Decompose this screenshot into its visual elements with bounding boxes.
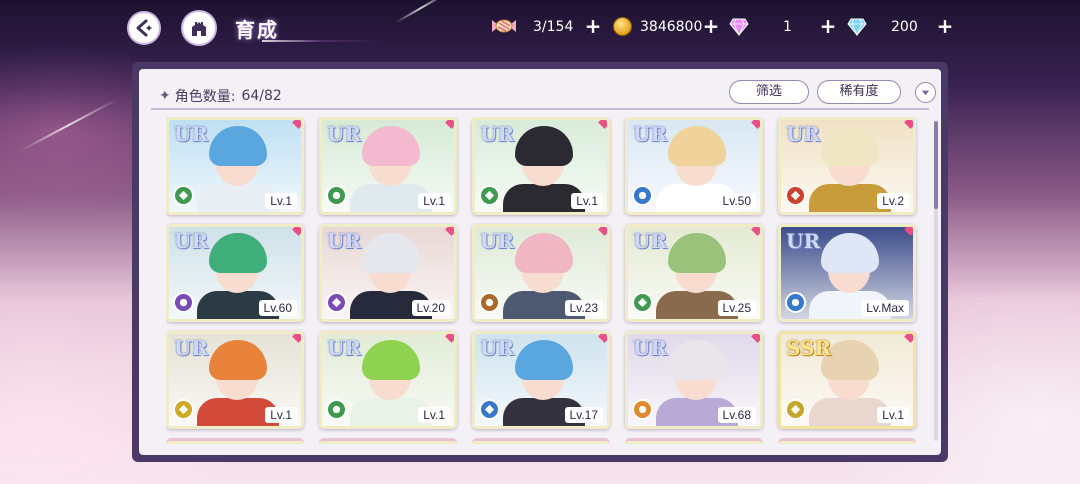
character-card[interactable]: UR Lv.1 <box>319 331 457 429</box>
character-card[interactable]: UR Lv.17 <box>472 331 610 429</box>
pink-gem-icon <box>729 18 749 36</box>
attribute-icon <box>632 185 653 206</box>
blue-gem-count: 200 <box>891 19 918 35</box>
sparkle-icon: ✦ <box>159 88 171 104</box>
sort-order-toggle[interactable] <box>915 82 936 103</box>
level-label: Lv.1 <box>418 407 450 423</box>
character-grid: UR Lv.1 UR Lv.1 UR Lv.1 UR Lv.50 UR Lv.2 UR Lv.60 UR… <box>166 117 930 444</box>
character-count-label: 角色数量: <box>174 89 236 105</box>
attribute-icon <box>632 292 653 313</box>
level-label: Lv.2 <box>877 193 909 209</box>
rarity-badge: UR <box>480 122 515 146</box>
character-card[interactable]: SSR Lv.1 <box>778 331 916 429</box>
character-card-partial[interactable] <box>472 438 610 444</box>
character-card[interactable]: UR Lv.25 <box>625 224 763 322</box>
character-count: ✦ 角色数量: 64/82 <box>159 86 282 106</box>
level-label: Lv.20 <box>411 300 450 316</box>
character-card[interactable]: UR Lv.1 <box>166 331 304 429</box>
candy-icon <box>492 19 516 33</box>
coin-icon <box>613 17 632 36</box>
attribute-icon <box>632 399 653 420</box>
rarity-badge: UR <box>633 229 668 253</box>
attribute-icon <box>173 292 194 313</box>
header-divider <box>151 108 929 110</box>
scroll-thumb[interactable] <box>934 121 938 209</box>
level-label: Lv.1 <box>877 407 909 423</box>
add-pink-gem-button[interactable]: + <box>817 15 839 37</box>
level-label: Lv.68 <box>717 407 756 423</box>
character-card[interactable]: UR Lv.1 <box>166 117 304 215</box>
character-card[interactable]: UR Lv.2 <box>778 117 916 215</box>
character-card[interactable]: UR Lv.60 <box>166 224 304 322</box>
title-flourish <box>262 40 382 42</box>
top-bar: 育成 3/154 + 3846800 + 1 + 200 + <box>0 0 1080 56</box>
candy-count: 3/154 <box>533 19 574 35</box>
rarity-badge: UR <box>327 336 362 360</box>
level-label: Lv.25 <box>717 300 756 316</box>
character-card[interactable]: UR Lv.Max <box>778 224 916 322</box>
rarity-badge: UR <box>327 122 362 146</box>
filter-button[interactable]: 筛选 <box>729 80 809 104</box>
home-button[interactable] <box>181 10 217 46</box>
character-card-partial[interactable] <box>166 438 304 444</box>
character-card[interactable]: UR Lv.1 <box>472 117 610 215</box>
attribute-icon <box>173 185 194 206</box>
attribute-icon <box>326 185 347 206</box>
rarity-badge: UR <box>786 229 821 253</box>
back-button[interactable] <box>127 11 161 45</box>
rarity-badge: UR <box>174 229 209 253</box>
level-label: Lv.Max <box>861 300 909 316</box>
rarity-badge: UR <box>633 336 668 360</box>
level-label: Lv.60 <box>258 300 297 316</box>
chevron-down-icon <box>921 90 930 96</box>
attribute-icon <box>479 399 500 420</box>
attribute-icon <box>173 399 194 420</box>
level-label: Lv.1 <box>265 193 297 209</box>
level-label: Lv.23 <box>564 300 603 316</box>
attribute-icon <box>326 292 347 313</box>
attribute-icon <box>479 185 500 206</box>
level-label: Lv.1 <box>418 193 450 209</box>
character-card[interactable]: UR Lv.23 <box>472 224 610 322</box>
character-count-value: 64/82 <box>241 88 282 104</box>
level-label: Lv.1 <box>265 407 297 423</box>
level-label: Lv.1 <box>571 193 603 209</box>
add-candy-button[interactable]: + <box>582 15 604 37</box>
add-coin-button[interactable]: + <box>700 15 722 37</box>
character-card-partial[interactable] <box>778 438 916 444</box>
add-blue-gem-button[interactable]: + <box>934 15 956 37</box>
blue-gem-icon <box>847 18 867 36</box>
rarity-badge: UR <box>480 336 515 360</box>
level-label: Lv.17 <box>564 407 603 423</box>
attribute-icon <box>479 292 500 313</box>
attribute-icon <box>785 399 806 420</box>
character-card[interactable]: UR Lv.20 <box>319 224 457 322</box>
panel-content: ✦ 角色数量: 64/82 筛选 稀有度 UR Lv.1 UR Lv.1 UR Lv.1 U… <box>139 69 941 455</box>
character-card-partial[interactable] <box>319 438 457 444</box>
back-arrow-icon <box>136 19 153 37</box>
castle-icon <box>192 22 206 36</box>
character-card-partial[interactable] <box>625 438 763 444</box>
level-label: Lv.50 <box>717 193 756 209</box>
character-card[interactable]: UR Lv.1 <box>319 117 457 215</box>
rarity-badge: UR <box>786 122 821 146</box>
coin-count: 3846800 <box>640 19 703 35</box>
attribute-icon <box>326 399 347 420</box>
rarity-badge: UR <box>480 229 515 253</box>
pink-gem-count: 1 <box>783 19 792 35</box>
character-card[interactable]: UR Lv.68 <box>625 331 763 429</box>
attribute-icon <box>785 185 806 206</box>
rarity-badge: UR <box>633 122 668 146</box>
sort-rarity-button[interactable]: 稀有度 <box>817 80 901 104</box>
rarity-badge: UR <box>327 229 362 253</box>
character-card[interactable]: UR Lv.50 <box>625 117 763 215</box>
character-panel: ✦ 角色数量: 64/82 筛选 稀有度 UR Lv.1 UR Lv.1 UR Lv.1 U… <box>132 62 948 462</box>
rarity-badge: SSR <box>786 336 832 360</box>
rarity-badge: UR <box>174 336 209 360</box>
rarity-badge: UR <box>174 122 209 146</box>
page-title: 育成 <box>235 18 279 42</box>
scrollbar[interactable] <box>934 121 938 441</box>
attribute-icon <box>785 292 806 313</box>
